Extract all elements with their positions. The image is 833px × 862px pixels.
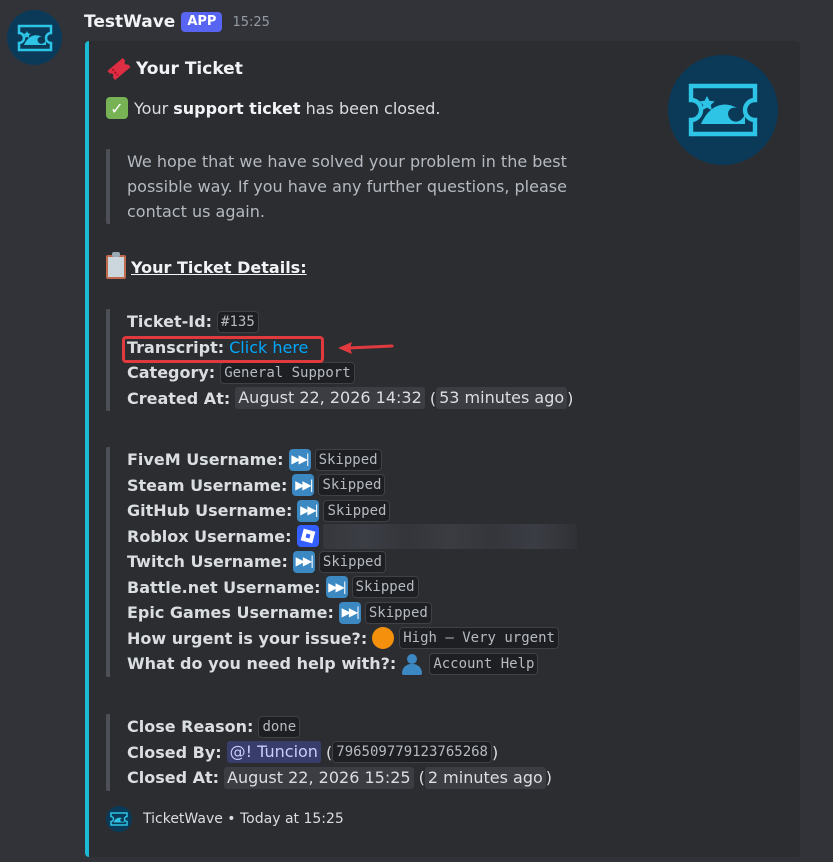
person-icon bbox=[401, 652, 423, 676]
user-mention[interactable]: @! Tuncion bbox=[226, 741, 321, 764]
quote-text: We hope that we have solved your problem… bbox=[127, 152, 567, 221]
check-mark-icon: ✓ bbox=[106, 97, 128, 119]
message-timestamp: 15:25 bbox=[232, 14, 270, 30]
username[interactable]: TestWave bbox=[84, 12, 175, 32]
ticket-id-label: Ticket-Id: bbox=[127, 312, 213, 331]
answer-value: Skipped bbox=[323, 499, 391, 522]
created-row: Created At: August 22, 2026 14:32 (53 mi… bbox=[127, 386, 573, 412]
details-heading-text: Your Ticket Details: bbox=[131, 257, 307, 277]
transcript-highlight-box bbox=[122, 336, 324, 363]
bot-avatar[interactable] bbox=[7, 10, 62, 65]
answer-label: Roblox Username: bbox=[127, 526, 292, 546]
footer-avatar bbox=[106, 806, 132, 832]
roblox-icon bbox=[296, 525, 319, 548]
skip-icon: ▶▶| bbox=[292, 550, 315, 573]
answer-value: Skipped bbox=[364, 601, 432, 624]
closed-message: ✓ Your support ticket has been closed. bbox=[106, 97, 440, 119]
skip-icon: ▶▶| bbox=[325, 576, 348, 599]
arrow-left-icon bbox=[338, 342, 394, 354]
close-info-block: Close Reason: done Closed By: @! Tuncion… bbox=[106, 714, 552, 791]
answer-label: How urgent is your issue?: bbox=[127, 628, 368, 648]
ticket-wave-logo-icon bbox=[17, 24, 52, 51]
closed-suffix: has been closed. bbox=[305, 98, 441, 118]
ticket-id-row: Ticket-Id: #135 bbox=[127, 309, 573, 335]
answer-value: Account Help bbox=[429, 652, 539, 675]
answer-label: What do you need help with?: bbox=[127, 654, 397, 673]
created-relative[interactable]: 53 minutes ago bbox=[436, 387, 568, 410]
answer-value: Skipped bbox=[314, 448, 382, 471]
answer-value: Skipped bbox=[318, 474, 386, 497]
category-row: Category: General Support bbox=[127, 360, 573, 386]
ticket-wave-logo-icon bbox=[688, 83, 758, 137]
answer-row: Battle.net Username: ▶▶| Skipped bbox=[127, 575, 577, 601]
answer-row: Steam Username: ▶▶| Skipped bbox=[127, 473, 577, 499]
category-label: Category: bbox=[127, 363, 216, 382]
closed-by-label: Closed By: bbox=[127, 742, 222, 762]
embed-thumbnail[interactable] bbox=[668, 55, 778, 165]
answer-row: FiveM Username: ▶▶| Skipped bbox=[127, 447, 577, 473]
details-heading: Your Ticket Details: bbox=[106, 252, 307, 279]
closed-prefix: Your bbox=[134, 98, 169, 118]
answer-value: High – Very urgent bbox=[399, 627, 559, 650]
answer-row: Twitch Username: ▶▶| Skipped bbox=[127, 549, 577, 575]
answer-row: Epic Games Username: ▶▶| Skipped bbox=[127, 600, 577, 626]
ticket-id-value: #135 bbox=[217, 310, 259, 333]
answer-label: Battle.net Username: bbox=[127, 577, 321, 597]
close-reason-label: Close Reason: bbox=[127, 717, 254, 736]
footer-text: TicketWave • Today at 15:25 bbox=[143, 811, 344, 827]
close-reason-row: Close Reason: done bbox=[127, 714, 552, 740]
closed-at-relative[interactable]: 2 minutes ago bbox=[424, 766, 546, 789]
created-label: Created At: bbox=[127, 388, 231, 408]
orange-circle-icon bbox=[372, 627, 395, 650]
closed-at-label: Closed At: bbox=[127, 768, 220, 787]
answer-label: FiveM Username: bbox=[127, 450, 284, 469]
answer-row: Roblox Username: bbox=[127, 523, 577, 550]
answer-value: Skipped bbox=[318, 550, 386, 573]
embed-title: Your Ticket bbox=[106, 57, 243, 81]
answer-row: GitHub Username: ▶▶| Skipped bbox=[127, 498, 577, 524]
answer-label: Twitch Username: bbox=[127, 552, 288, 571]
embed-title-text: Your Ticket bbox=[136, 59, 243, 79]
skip-icon: ▶▶| bbox=[292, 474, 315, 497]
user-id: 796509779123765268 bbox=[332, 741, 492, 764]
answers-block: FiveM Username: ▶▶| Skipped Steam Userna… bbox=[106, 447, 577, 677]
answer-label: Epic Games Username: bbox=[127, 603, 334, 622]
answer-row: How urgent is your issue?: High – Very u… bbox=[127, 626, 577, 652]
app-badge: APP bbox=[181, 12, 223, 32]
closed-bold: support ticket bbox=[173, 98, 301, 118]
answer-row: What do you need help with?: Account Hel… bbox=[127, 651, 577, 677]
created-timestamp[interactable]: August 22, 2026 14:32 bbox=[235, 387, 425, 410]
close-reason-value: done bbox=[258, 715, 301, 738]
closed-at-timestamp[interactable]: August 22, 2026 15:25 bbox=[224, 766, 414, 789]
skip-icon: ▶▶| bbox=[297, 499, 320, 522]
skip-icon: ▶▶| bbox=[288, 448, 311, 471]
ticket-wave-logo-icon bbox=[110, 812, 128, 826]
answer-value: Skipped bbox=[351, 576, 419, 599]
category-value: General Support bbox=[220, 361, 355, 384]
skip-icon: ▶▶| bbox=[338, 601, 361, 624]
message-header: TestWave APP 15:25 bbox=[84, 10, 270, 34]
ticket-embed: Your Ticket ✓ Your support ticket has be… bbox=[85, 41, 800, 857]
ticket-icon bbox=[107, 57, 131, 81]
clipboard-icon bbox=[106, 252, 126, 279]
embed-footer: TicketWave • Today at 15:25 bbox=[106, 806, 344, 832]
closed-at-row: Closed At: August 22, 2026 15:25 (2 minu… bbox=[127, 765, 552, 791]
answer-label: GitHub Username: bbox=[127, 501, 293, 520]
closed-by-row: Closed By: @! Tuncion (79650977912376526… bbox=[127, 740, 552, 766]
answer-label: Steam Username: bbox=[127, 475, 288, 495]
redacted-value bbox=[322, 523, 577, 549]
info-quote: We hope that we have solved your problem… bbox=[106, 149, 586, 224]
